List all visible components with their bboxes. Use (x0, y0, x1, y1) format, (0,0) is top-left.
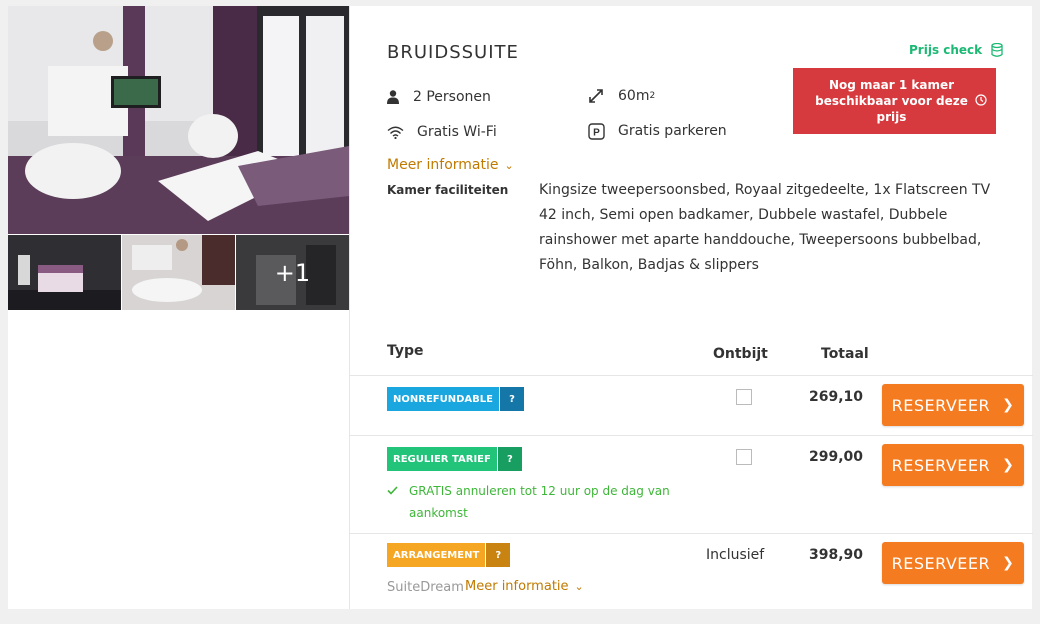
rate-badge-arrangement: ARRANGEMENT ? (387, 543, 511, 567)
rate-info-button[interactable]: ? (499, 387, 524, 411)
rate-badge-label: ARRANGEMENT (387, 543, 486, 567)
thumbnail-more[interactable]: +1 (236, 235, 349, 310)
size-unit-sup: 2 (649, 91, 656, 101)
rate-badge-label: REGULIER TARIEF (387, 447, 497, 471)
reserve-button[interactable]: RESERVEER ❯ (882, 542, 1024, 584)
room-title: BRUIDSSUITE (387, 42, 519, 63)
column-header-breakfast: Ontbijt (713, 346, 768, 362)
row-price: 269,10 (808, 389, 863, 405)
chevron-down-icon: ⌄ (504, 159, 514, 172)
rate-badge-label: NONREFUNDABLE (387, 387, 499, 411)
divider (350, 435, 1033, 436)
thumbnail-1[interactable] (8, 235, 121, 310)
reserve-button[interactable]: RESERVEER ❯ (882, 384, 1024, 426)
chevron-right-icon: ❯ (1002, 555, 1015, 571)
parking-label: Gratis parkeren (618, 123, 727, 139)
parking-icon: P (588, 122, 614, 140)
chevron-right-icon: ❯ (1002, 397, 1015, 413)
free-cancel-note: GRATIS annuleren tot 12 uur op de dag va… (387, 480, 677, 524)
coins-icon (991, 43, 1003, 57)
persons-label: 2 Personen (413, 89, 491, 105)
price-check-label: Prijs check (909, 43, 983, 57)
reserve-button[interactable]: RESERVEER ❯ (882, 444, 1024, 486)
facilities-text: Kingsize tweepersoonsbed, Royaal zitgede… (539, 182, 991, 273)
package-name: SuiteDream (387, 580, 464, 595)
column-header-type: Type (387, 343, 424, 359)
reserve-button-label: RESERVEER (891, 395, 991, 415)
more-info-link[interactable]: Meer informatie ⌄ (387, 157, 514, 173)
breakfast-included: Inclusief (706, 547, 765, 563)
wifi-label: Gratis Wi-Fi (417, 124, 497, 140)
reserve-button-label: RESERVEER (891, 455, 991, 475)
svg-text:P: P (593, 127, 600, 138)
breakfast-checkbox[interactable] (736, 389, 752, 405)
availability-alert: Nog maar 1 kamer beschikbaar voor deze p… (793, 68, 996, 134)
person-icon (387, 88, 409, 106)
feature-wifi: Gratis Wi-Fi (387, 123, 497, 141)
feature-parking: P Gratis parkeren (588, 122, 727, 140)
package-more-info-link[interactable]: Meer informatie ⌄ (465, 579, 584, 594)
clock-icon (975, 94, 987, 109)
package-more-info-label: Meer informatie (465, 579, 569, 594)
price-check-link[interactable]: Prijs check (909, 43, 1003, 57)
column-header-total: Totaal (821, 346, 869, 362)
rate-badge-regular: REGULIER TARIEF ? (387, 447, 522, 471)
divider (350, 533, 1033, 534)
more-info-label: Meer informatie (387, 157, 499, 173)
feature-persons: 2 Personen (387, 88, 491, 106)
more-photos-count: +1 (236, 235, 349, 310)
expand-icon (588, 87, 614, 105)
facilities-label: Kamer faciliteiten (387, 183, 509, 197)
rate-info-button[interactable]: ? (497, 447, 522, 471)
room-details: BRUIDSSUITE 2 Personen 60m 2 Gratis Wi-Fi… (349, 6, 1033, 609)
reserve-button-label: RESERVEER (891, 553, 991, 573)
row-price: 398,90 (808, 547, 863, 563)
chevron-down-icon: ⌄ (574, 580, 584, 593)
feature-size: 60m 2 (588, 87, 655, 105)
wifi-icon (387, 123, 413, 141)
photo-gallery: +1 (8, 6, 349, 609)
free-cancel-text: GRATIS annuleren tot 12 uur op de dag va… (409, 484, 670, 520)
rate-badge-nonrefundable: NONREFUNDABLE ? (387, 387, 524, 411)
rate-info-button[interactable]: ? (486, 543, 511, 567)
main-room-photo[interactable] (8, 6, 349, 234)
check-icon (387, 480, 409, 524)
chevron-right-icon: ❯ (1002, 457, 1015, 473)
availability-alert-text: Nog maar 1 kamer beschikbaar voor deze p… (815, 78, 968, 124)
breakfast-checkbox[interactable] (736, 449, 752, 465)
divider (350, 375, 1033, 376)
room-card: +1 BRUIDSSUITE 2 Personen 60m 2 Gratis Wi… (8, 6, 1033, 609)
thumbnail-2[interactable] (122, 235, 235, 310)
row-price: 299,00 (808, 449, 863, 465)
size-label: 60m (618, 88, 650, 104)
